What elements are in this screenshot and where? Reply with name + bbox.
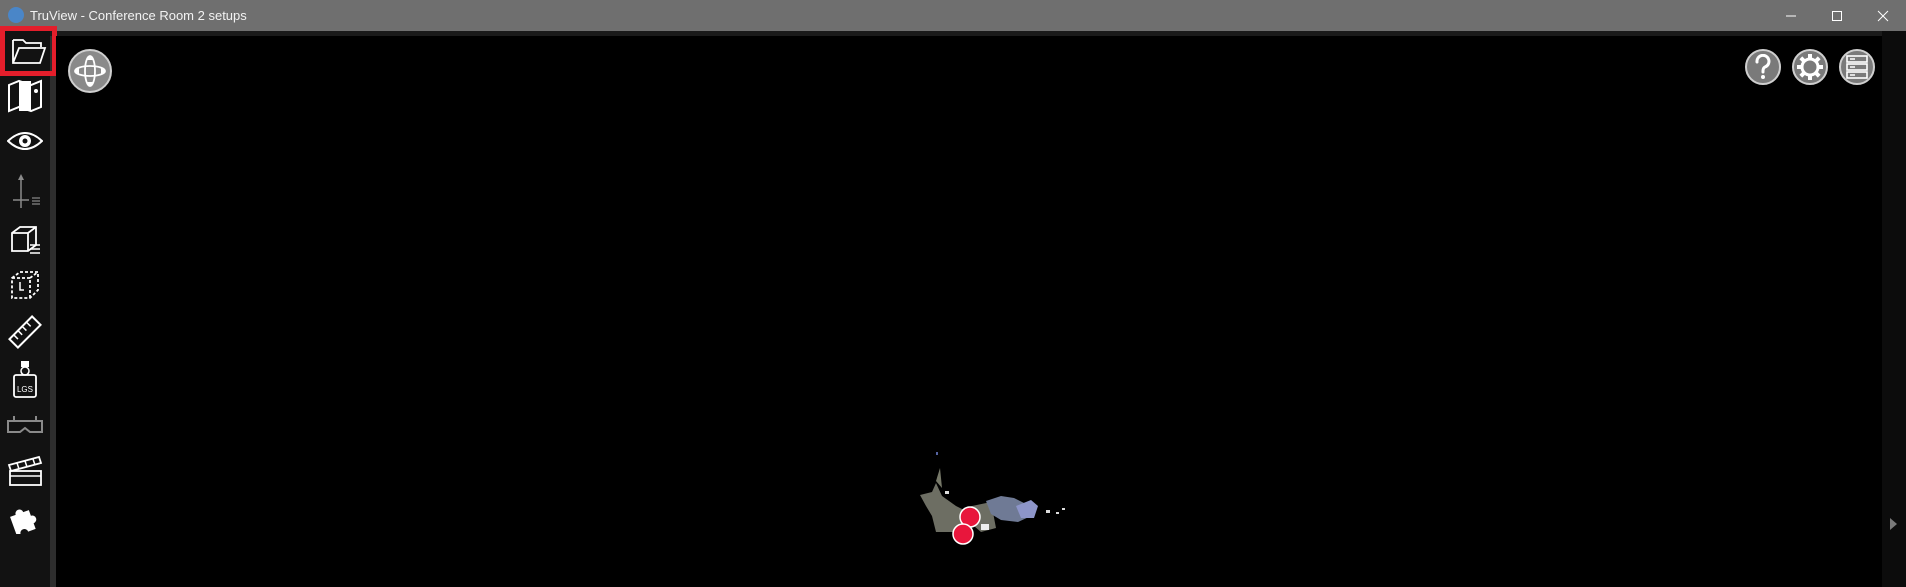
cube-list-icon bbox=[11, 226, 40, 254]
ruler-icon bbox=[8, 315, 42, 349]
map-icon bbox=[8, 79, 42, 113]
maximize-icon bbox=[1832, 10, 1842, 21]
layers-button[interactable] bbox=[1839, 49, 1875, 85]
settings-gear-icon bbox=[1797, 54, 1823, 80]
close-icon bbox=[1877, 10, 1889, 21]
layers-server-icon bbox=[1846, 55, 1868, 79]
scenes-button[interactable] bbox=[3, 448, 47, 492]
settings-button[interactable] bbox=[1792, 49, 1828, 85]
right-panel-edge bbox=[1882, 31, 1906, 587]
navigation-button[interactable] bbox=[68, 49, 112, 93]
navigation-compass-icon bbox=[74, 55, 106, 87]
minimize-icon bbox=[1786, 15, 1796, 16]
clip-box-icon bbox=[11, 271, 39, 299]
plugins-button[interactable] bbox=[3, 495, 47, 539]
truview-logo-icon bbox=[8, 7, 24, 23]
view-button[interactable] bbox=[3, 119, 47, 163]
lgs-label: LGS bbox=[17, 385, 33, 394]
puzzle-icon bbox=[10, 509, 37, 534]
point-cloud bbox=[920, 452, 1065, 532]
open-folder-icon bbox=[11, 39, 46, 64]
minimize-button[interactable] bbox=[1768, 0, 1814, 31]
help-button[interactable] bbox=[1745, 49, 1781, 85]
window-title: TruView - Conference Room 2 setups bbox=[30, 8, 247, 23]
chevron-right-icon bbox=[1890, 518, 1897, 530]
expand-panel-button[interactable] bbox=[1886, 516, 1900, 532]
lgs-bottle-icon: LGS bbox=[13, 361, 37, 398]
map-button[interactable] bbox=[3, 74, 47, 118]
vr-headset-icon bbox=[7, 416, 43, 433]
axis-button[interactable] bbox=[3, 170, 47, 214]
clapperboard-icon bbox=[7, 455, 43, 486]
open-project-button[interactable] bbox=[0, 26, 57, 76]
point-cloud-scene bbox=[920, 452, 1065, 545]
close-button[interactable] bbox=[1860, 0, 1906, 31]
eye-icon bbox=[7, 132, 43, 150]
lgs-button[interactable]: LGS bbox=[3, 357, 47, 401]
measure-button[interactable] bbox=[3, 310, 47, 354]
vr-button[interactable] bbox=[3, 404, 47, 448]
cube-list-button[interactable] bbox=[3, 218, 47, 262]
clip-box-button[interactable] bbox=[3, 263, 47, 307]
axis-icon bbox=[13, 174, 40, 208]
title-bar: TruView - Conference Room 2 setups bbox=[0, 0, 1906, 31]
point-cloud-viewport[interactable] bbox=[56, 36, 1882, 587]
setup-marker[interactable] bbox=[952, 523, 974, 545]
maximize-button[interactable] bbox=[1814, 0, 1860, 31]
help-icon bbox=[1755, 54, 1771, 79]
